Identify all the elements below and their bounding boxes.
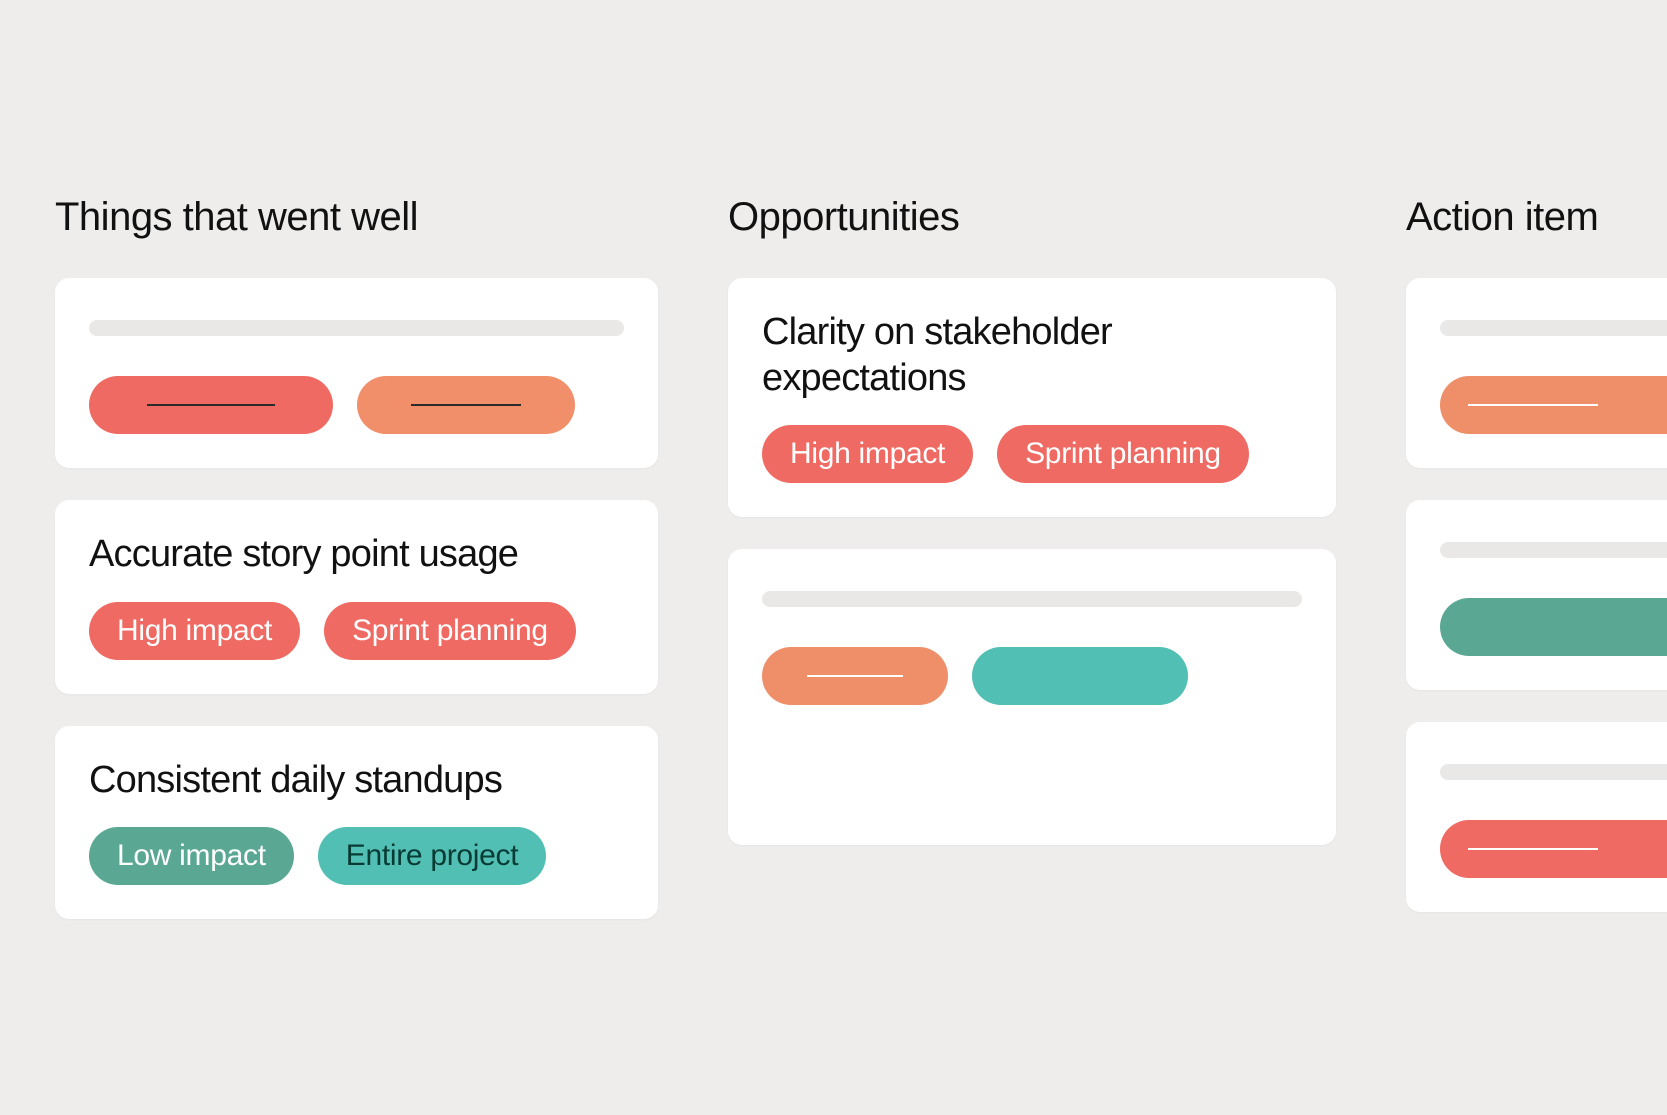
card-title: Consistent daily standups [89, 758, 624, 804]
column-title: Opportunities [728, 195, 1336, 240]
tag-row: High impact Sprint planning [762, 425, 1302, 483]
tag-high-impact[interactable]: High impact [762, 425, 973, 483]
placeholder-text-icon [1440, 542, 1667, 558]
card-accurate-story-point[interactable]: Accurate story point usage High impact S… [55, 500, 658, 694]
card-placeholder[interactable] [728, 549, 1336, 845]
card-placeholder[interactable] [1406, 278, 1667, 468]
card-placeholder[interactable] [1406, 500, 1667, 690]
tag-low-impact[interactable]: Low impact [89, 827, 294, 885]
tag-row: Low impact Entire project [89, 827, 624, 885]
card-title: Accurate story point usage [89, 532, 624, 578]
column-opportunities: Opportunities Clarity on stakeholder exp… [728, 195, 1336, 951]
tag-placeholder[interactable] [762, 647, 948, 705]
placeholder-text-icon [1440, 764, 1667, 780]
tag-row: High impact Sprint planning [89, 602, 624, 660]
tag-sprint-planning[interactable]: Sprint planning [324, 602, 576, 660]
card-consistent-daily-standups[interactable]: Consistent daily standups Low impact Ent… [55, 726, 658, 920]
column-title: Things that went well [55, 195, 658, 240]
placeholder-text-icon [762, 591, 1302, 607]
tag-row [762, 647, 1302, 705]
column-things-that-went-well: Things that went well Accurate story poi… [55, 195, 658, 951]
card-title: Clarity on stakeholder expectations [762, 310, 1302, 401]
tag-placeholder[interactable] [1440, 598, 1667, 656]
column-action-item: Action item [1406, 195, 1667, 951]
tag-row [1440, 376, 1667, 434]
tag-placeholder[interactable] [89, 376, 333, 434]
tag-sprint-planning[interactable]: Sprint planning [997, 425, 1249, 483]
placeholder-text-icon [89, 320, 624, 336]
tag-placeholder[interactable] [972, 647, 1188, 705]
tag-row [89, 376, 624, 434]
tag-placeholder[interactable] [357, 376, 575, 434]
tag-row [1440, 820, 1667, 878]
card-placeholder[interactable] [1406, 722, 1667, 912]
tag-placeholder[interactable] [1440, 376, 1667, 434]
placeholder-text-icon [1440, 320, 1667, 336]
tag-placeholder[interactable] [1440, 820, 1667, 878]
tag-entire-project[interactable]: Entire project [318, 827, 547, 885]
card-placeholder[interactable] [55, 278, 658, 468]
retro-board: Things that went well Accurate story poi… [55, 195, 1667, 951]
card-clarity-stakeholder[interactable]: Clarity on stakeholder expectations High… [728, 278, 1336, 517]
tag-row [1440, 598, 1667, 656]
column-title: Action item [1406, 195, 1667, 240]
tag-high-impact[interactable]: High impact [89, 602, 300, 660]
